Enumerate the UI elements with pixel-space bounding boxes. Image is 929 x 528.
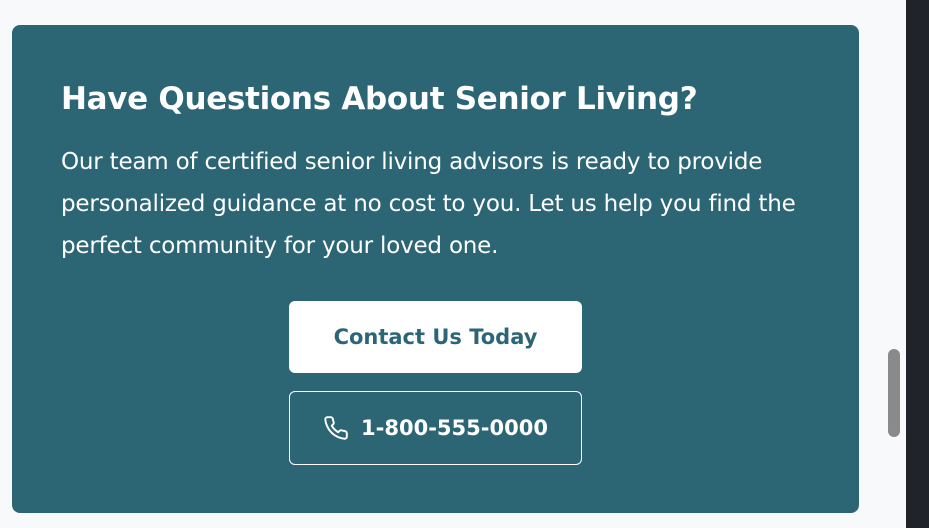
phone-number-label: 1-800-555-0000 [361,416,548,440]
call-phone-button[interactable]: 1-800-555-0000 [289,391,582,465]
contact-us-button-label: Contact Us Today [333,325,538,349]
contact-cta-card: Have Questions About Senior Living? Our … [12,25,859,513]
cta-description: Our team of certified senior living advi… [61,149,796,259]
page: Have Questions About Senior Living? Our … [0,0,929,528]
contact-us-button[interactable]: Contact Us Today [289,301,582,373]
window-edge [906,0,929,528]
phone-icon [323,415,349,441]
scrollbar-track[interactable] [880,0,906,528]
scrollbar-thumb[interactable] [888,349,900,437]
cta-title: Have Questions About Senior Living? [61,81,698,117]
